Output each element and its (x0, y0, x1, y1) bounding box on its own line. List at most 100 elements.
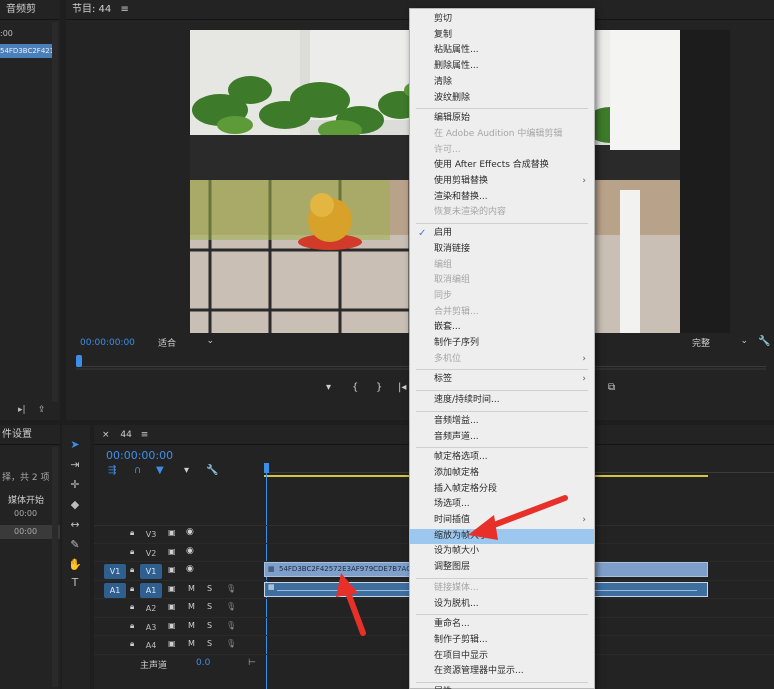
menu-item-20[interactable]: 制作子序列 (410, 336, 594, 352)
track-target-a3[interactable]: A3 (140, 620, 162, 635)
add-marker-icon[interactable]: ▼ (156, 465, 164, 476)
type-tool-icon[interactable]: T (66, 575, 84, 591)
menu-item-23[interactable]: 速度/持续时间... (410, 393, 594, 409)
timeline-timecode[interactable]: 00:00:00:00 (106, 449, 173, 462)
fit-select[interactable]: 适合 ⌄ (158, 336, 214, 349)
menu-item-11[interactable]: 渲染和替换... (410, 190, 594, 206)
track-select-tool-icon[interactable]: ⇥ (66, 457, 84, 473)
hamburger-icon[interactable]: ≡ (120, 4, 128, 15)
menu-item-2[interactable]: 粘贴属性... (410, 43, 594, 59)
export-frame-icon[interactable]: ⧉ (608, 382, 615, 393)
effect-scrollbar[interactable] (52, 447, 58, 687)
solo-button[interactable]: S (207, 621, 212, 630)
hamburger-icon[interactable]: ≡ (141, 430, 149, 440)
menu-item-1[interactable]: 复制 (410, 28, 594, 44)
sync-lock-icon[interactable]: ▣ (168, 639, 176, 648)
pen-tool-icon[interactable]: ✎ (66, 537, 84, 553)
menu-item-4[interactable]: 清除 (410, 75, 594, 91)
mute-button[interactable]: M (188, 621, 195, 630)
mic-icon[interactable]: 🎙︎ (226, 621, 236, 630)
menu-item-30[interactable]: 时间插值 › (410, 513, 594, 529)
lock-icon[interactable]: 🔒︎ (130, 621, 134, 631)
media-panel-header[interactable]: 音频剪 (0, 0, 60, 20)
menu-item-10[interactable]: 使用剪辑替换 › (410, 174, 594, 190)
go-to-in-icon[interactable]: |◂ (398, 382, 406, 393)
mark-in-icon[interactable]: ▾ (326, 382, 331, 393)
solo-button[interactable]: S (207, 639, 212, 648)
menu-item-27[interactable]: 添加帧定格 (410, 466, 594, 482)
menu-item-40[interactable]: 属性 (410, 685, 594, 689)
lock-icon[interactable]: 🔒︎ (130, 639, 134, 649)
menu-item-9[interactable]: 使用 After Effects 合成替换 (410, 158, 594, 174)
quality-select[interactable]: 完整 ⌄ (692, 336, 748, 349)
solo-button[interactable]: S (207, 602, 212, 611)
selection-tool-icon[interactable]: ➤ (66, 437, 84, 453)
lock-icon[interactable]: 🔒︎ (130, 528, 134, 538)
menu-item-19[interactable]: 嵌套... (410, 320, 594, 336)
timeline-playhead-handle[interactable] (264, 463, 269, 473)
mic-icon[interactable]: 🎙︎ (226, 639, 236, 648)
wrench-icon[interactable]: 🔧 (206, 465, 218, 476)
marker-icon[interactable]: ▾ (184, 465, 189, 476)
menu-item-5[interactable]: 波纹删除 (410, 91, 594, 107)
razor-tool-icon[interactable]: ◆ (66, 497, 84, 513)
menu-item-3[interactable]: 删除属性... (410, 59, 594, 75)
sync-lock-icon[interactable]: ▣ (168, 621, 176, 630)
sync-lock-icon[interactable]: ▣ (168, 565, 176, 574)
track-target-v2[interactable]: V2 (140, 546, 162, 561)
menu-item-14[interactable]: 取消链接 (410, 242, 594, 258)
menu-item-39[interactable]: 在资源管理器中显示... (410, 664, 594, 680)
play-range-icon[interactable]: ▸| (18, 405, 26, 415)
mark-in-bracket-icon[interactable]: { (352, 382, 358, 393)
sync-lock-icon[interactable]: ▣ (168, 584, 176, 593)
sync-lock-icon[interactable]: ▣ (168, 528, 176, 537)
media-scrollbar[interactable] (52, 22, 58, 402)
eye-icon[interactable]: ◉ (186, 564, 194, 574)
mic-icon[interactable]: 🎙︎ (226, 602, 236, 611)
track-target-a2[interactable]: A2 (140, 601, 162, 616)
eye-icon[interactable]: ◉ (186, 527, 194, 537)
menu-item-37[interactable]: 制作子剪辑... (410, 633, 594, 649)
mute-button[interactable]: M (188, 584, 195, 593)
lock-icon[interactable]: 🔒︎ (130, 547, 134, 557)
master-track-value[interactable]: 0.0 (196, 658, 210, 668)
menu-item-24[interactable]: 音频增益... (410, 414, 594, 430)
track-target-v1[interactable]: V1 (140, 564, 162, 579)
hand-tool-icon[interactable]: ✋ (66, 557, 84, 573)
menu-item-32[interactable]: 设为帧大小 (410, 544, 594, 560)
effect-controls-header[interactable]: 件设置 (0, 425, 60, 445)
media-clip-item[interactable]: 54FD3BC2F421 (0, 44, 52, 58)
track-target-a4[interactable]: A4 (140, 638, 162, 653)
menu-item-25[interactable]: 音频声道... (410, 430, 594, 446)
lock-icon[interactable]: 🔒︎ (130, 584, 134, 594)
program-timecode[interactable]: 00:00:00:00 (80, 338, 135, 348)
slip-tool-icon[interactable]: ↔ (66, 517, 84, 533)
source-patch-a1[interactable]: A1 (104, 582, 126, 598)
mute-button[interactable]: M (188, 639, 195, 648)
track-target-a1[interactable]: A1 (140, 582, 162, 598)
menu-item-13[interactable]: ✓ 启用 (410, 226, 594, 242)
lock-icon[interactable]: 🔒︎ (130, 565, 134, 575)
menu-item-6[interactable]: 编辑原始 (410, 111, 594, 127)
menu-item-31[interactable]: 缩放为帧大小 (410, 528, 594, 545)
menu-item-29[interactable]: 场选项... (410, 497, 594, 513)
menu-item-33[interactable]: 调整图层 (410, 560, 594, 576)
export-icon[interactable]: ⇪ (38, 405, 46, 415)
menu-item-22[interactable]: 标签 › (410, 372, 594, 388)
menu-item-36[interactable]: 重命名... (410, 617, 594, 633)
mute-button[interactable]: M (188, 602, 195, 611)
wrench-icon[interactable]: 🔧 (758, 336, 770, 347)
playhead-handle[interactable] (76, 355, 82, 367)
eye-icon[interactable]: ◉ (186, 546, 194, 556)
sync-lock-icon[interactable]: ▣ (168, 602, 176, 611)
menu-item-28[interactable]: 插入帧定格分段 (410, 482, 594, 498)
lock-icon[interactable]: 🔒︎ (130, 602, 134, 612)
menu-item-0[interactable]: 剪切 (410, 12, 594, 28)
mark-out-bracket-icon[interactable]: } (376, 382, 382, 393)
ripple-edit-tool-icon[interactable]: ✛ (66, 477, 84, 493)
close-icon[interactable]: × (102, 430, 110, 440)
source-patch-v1[interactable]: V1 (104, 564, 126, 579)
solo-button[interactable]: S (207, 584, 212, 593)
track-target-v3[interactable]: V3 (140, 527, 162, 542)
snap-icon[interactable]: ⇶ (108, 465, 116, 476)
